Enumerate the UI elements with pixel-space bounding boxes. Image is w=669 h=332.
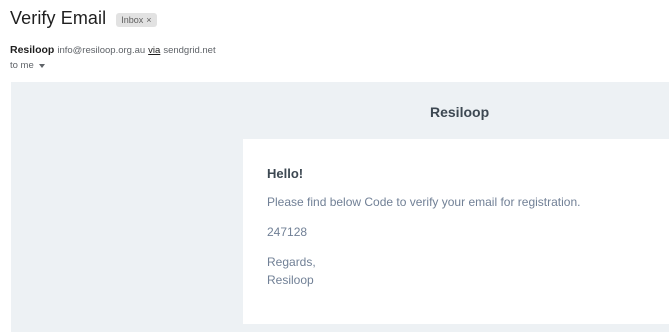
verification-code: 247128: [267, 225, 308, 239]
sender-email: info@resiloop.org.au: [57, 45, 146, 56]
signoff: Regards,: [267, 255, 316, 269]
brand-header: Resiloop: [430, 104, 490, 120]
chevron-down-icon[interactable]: [38, 64, 45, 68]
via-link[interactable]: via: [148, 45, 160, 56]
signature: Resiloop: [267, 273, 314, 287]
message-text: Please find below Code to verify your em…: [267, 195, 581, 209]
via-domain: sendgrid.net: [163, 45, 216, 56]
greeting: Hello!: [267, 166, 304, 181]
email-body: Resiloop Hello! Please find below Code t…: [11, 82, 669, 332]
email-subject: Verify Email: [10, 8, 107, 28]
recipient-details-toggle[interactable]: to me: [10, 60, 45, 71]
message-card: Hello! Please find below Code to verify …: [243, 139, 669, 324]
sender-row: Resiloop info@resiloop.org.au via sendgr…: [10, 44, 216, 56]
sender-name: Resiloop: [10, 44, 55, 56]
recipient-label: to me: [10, 60, 34, 71]
subject-row: Verify Email Inbox ×: [10, 8, 157, 29]
inbox-label-badge[interactable]: Inbox ×: [116, 12, 157, 27]
remove-label-icon[interactable]: ×: [146, 15, 151, 25]
inbox-label-text: Inbox: [121, 14, 144, 25]
